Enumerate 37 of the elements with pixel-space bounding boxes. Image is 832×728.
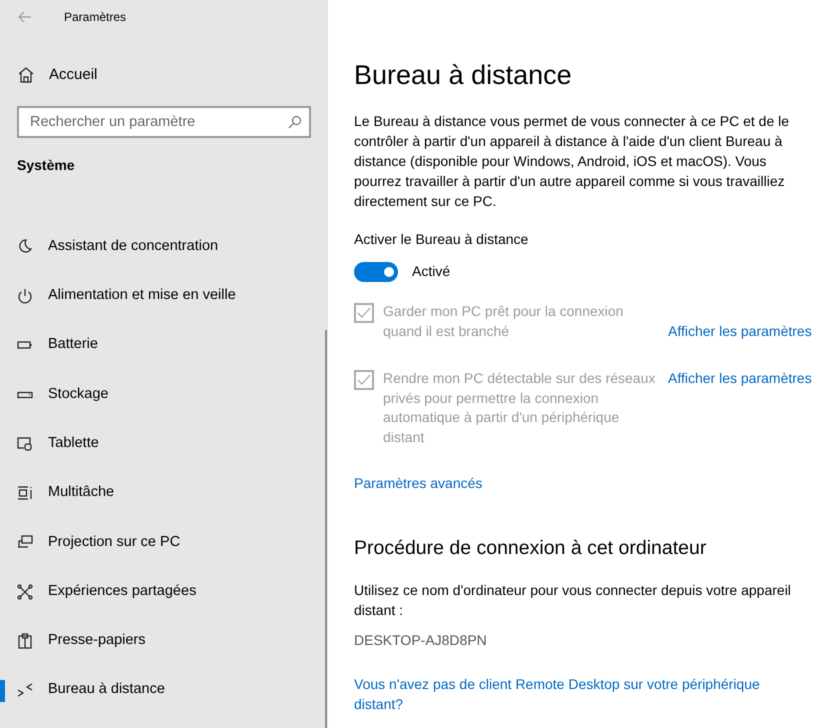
checkbox-label: Garder mon PC prêt pour la connexion quand il est branché <box>383 302 624 341</box>
nav-item[interactable]: Alimentation et mise en veille <box>0 271 328 321</box>
home-nav-item[interactable]: Accueil <box>0 58 328 92</box>
section-title: Procédure de connexion à cet ordinateur <box>354 536 708 561</box>
checkmark-icon <box>357 374 371 386</box>
nav-item[interactable]: Tablette <box>0 419 328 468</box>
advanced-settings-link[interactable]: Paramètres avancés <box>354 473 822 494</box>
description-text: Le Bureau à distance vous permet de vous connecter à ce PC et de le contrôler à partir d'un appareil à distance à l'aide d'un client Bureau à distance (disponible pour Windows, Android, iOS et macOS). Vous pourrez travailler à partir d'un autre appareil comme si vous travailliez directement sur ce PC. <box>354 112 790 211</box>
nav-item[interactable]: Stockage <box>0 370 328 420</box>
back-arrow-icon[interactable] <box>18 11 32 23</box>
checkbox-label: Rendre mon PC détectable sur des réseaux privés pour permettre la connexion automatique à partir d'un périphérique distant <box>383 369 656 446</box>
page-title: Bureau à distance <box>354 59 573 92</box>
clipboard-icon <box>16 632 34 650</box>
power-icon <box>16 286 34 305</box>
section-text: Utilisez ce nom d'ordinateur pour vous connecter depuis votre appareil distant : <box>354 581 792 620</box>
tablet-icon <box>16 434 34 453</box>
nav-item[interactable]: Expériences partagées <box>0 567 328 616</box>
nav-item[interactable]: Batterie <box>0 320 328 370</box>
selection-indicator <box>0 680 5 702</box>
home-icon <box>17 66 35 84</box>
shared-icon <box>16 582 34 601</box>
remote-icon <box>16 681 34 700</box>
search-field[interactable]: Rechercher un paramètre <box>17 106 311 138</box>
nav-item[interactable]: Multitâche <box>0 468 328 518</box>
section-heading: Système <box>17 156 76 175</box>
nav-item[interactable]: Assistant de concentration <box>0 222 328 272</box>
toggle-state-text: Activé <box>412 262 450 281</box>
nav-item[interactable]: Presse-papiers <box>0 616 328 666</box>
search-icon <box>288 115 302 129</box>
toggle-switch[interactable] <box>354 262 398 282</box>
window-title: Paramètres <box>64 9 126 26</box>
computer-name: DESKTOP-AJ8D8PN <box>354 631 488 650</box>
checkmark-icon <box>357 307 371 319</box>
nav-item[interactable]: Projection sur ce PC <box>0 518 328 568</box>
remote-desktop-client-link[interactable]: Vous n'avez pas de client Remote Desktop sur votre périphérique distant? <box>354 674 794 714</box>
multitask-icon <box>16 484 34 502</box>
toggle-label: Activer le Bureau à distance <box>354 230 530 249</box>
